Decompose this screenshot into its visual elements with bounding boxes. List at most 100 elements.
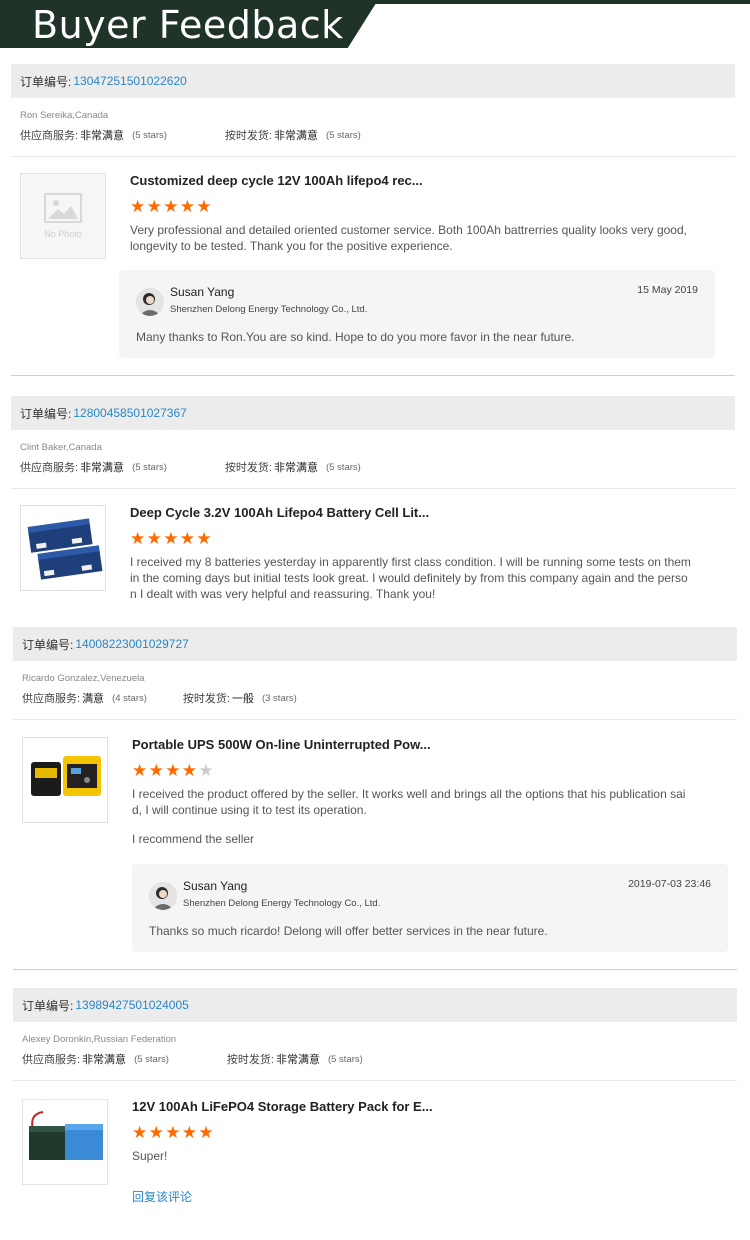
order-number-link[interactable]: 13989427501024005 bbox=[75, 998, 188, 1012]
product-thumbnail[interactable] bbox=[22, 737, 108, 823]
star-filled-icon: ★ bbox=[196, 529, 212, 548]
review-content: Customized deep cycle 12V 100Ah lifepo4 … bbox=[130, 173, 730, 254]
ups-product-image bbox=[23, 738, 107, 822]
star-filled-icon: ★ bbox=[196, 197, 212, 216]
supplier-service-label: 供应商服务: bbox=[20, 462, 79, 474]
review-text: Super! bbox=[132, 1149, 168, 1163]
divider bbox=[13, 719, 737, 720]
star-filled-icon: ★ bbox=[181, 761, 198, 780]
order-number-label: 订单编号: bbox=[20, 406, 72, 421]
product-thumbnail[interactable]: No Photo bbox=[20, 173, 106, 259]
review-text: I received my 8 batteries yesterday in a… bbox=[130, 555, 691, 601]
supplier-service-label: 供应商服务: bbox=[22, 1054, 81, 1066]
ontime-shipping-stars: (5 stars) bbox=[327, 1053, 363, 1065]
rating-stars: ★ ★ ★ ★ ★ bbox=[130, 197, 730, 216]
star-filled-icon: ★ bbox=[165, 761, 181, 780]
product-title-link[interactable]: Portable UPS 500W On-line Uninterrupted … bbox=[132, 737, 732, 753]
ontime-shipping-label: 按时发货: bbox=[182, 693, 230, 705]
supplier-service-label: 供应商服务: bbox=[22, 693, 81, 705]
star-filled-icon: ★ bbox=[132, 761, 148, 780]
review-content: Deep Cycle 3.2V 100Ah Lifepo4 Battery Ce… bbox=[130, 505, 730, 602]
supplier-service-stars: (5 stars) bbox=[134, 1053, 169, 1065]
no-photo-label: No Photo bbox=[44, 229, 82, 239]
avatar bbox=[149, 882, 177, 910]
review-text: I received the product offered by the se… bbox=[132, 787, 686, 817]
reply-company: Shenzhen Delong Energy Technology Co., L… bbox=[183, 898, 381, 909]
service-ratings: 供应商服务: 非常满意 (5 stars) 按时发货: 非常满意 (5 star… bbox=[11, 459, 735, 475]
order-number-bar: 订单编号: 14008223001029727 bbox=[13, 627, 737, 661]
star-filled-icon: ★ bbox=[130, 529, 146, 548]
buyer-name: Ron Sereika,Canada bbox=[20, 110, 109, 121]
order-number-bar: 订单编号: 13047251501022620 bbox=[11, 64, 735, 98]
ontime-shipping-value: 非常满意 bbox=[273, 130, 318, 142]
reply-author: Susan Yang bbox=[170, 285, 235, 299]
rating-stars: ★ ★ ★ ★ ★ bbox=[130, 529, 730, 548]
order-number-link[interactable]: 14008223001029727 bbox=[75, 637, 188, 651]
star-filled-icon: ★ bbox=[165, 1123, 181, 1142]
service-ratings: 供应商服务: 非常满意 (5 stars) 按时发货: 非常满意 (5 star… bbox=[13, 1051, 737, 1067]
ontime-shipping-value: 非常满意 bbox=[273, 462, 318, 474]
product-thumbnail[interactable] bbox=[22, 1099, 108, 1185]
star-filled-icon: ★ bbox=[163, 197, 179, 216]
review-content: 12V 100Ah LiFePO4 Storage Battery Pack f… bbox=[132, 1099, 732, 1205]
star-filled-icon: ★ bbox=[198, 1123, 214, 1142]
rating-stars: ★ ★ ★ ★ ★ bbox=[132, 1123, 732, 1142]
page-banner: Buyer Feedback bbox=[0, 0, 750, 50]
order-number-label: 订单编号: bbox=[20, 74, 72, 89]
supplier-service-value: 非常满意 bbox=[80, 462, 125, 474]
ontime-shipping-value: 非常满意 bbox=[275, 1054, 320, 1066]
reply-author: Susan Yang bbox=[183, 879, 248, 893]
order-header: 订单编号: 13047251501022620 Ron Sereika,Cana… bbox=[11, 64, 735, 157]
page-title: Buyer Feedback bbox=[32, 3, 344, 47]
order-number-label: 订单编号: bbox=[22, 637, 74, 652]
divider bbox=[13, 1080, 737, 1081]
product-thumbnail[interactable] bbox=[20, 505, 106, 591]
ontime-shipping-stars: (3 stars) bbox=[261, 692, 297, 704]
supplier-service-stars: (4 stars) bbox=[112, 692, 147, 704]
supplier-service-stars: (5 stars) bbox=[132, 461, 167, 473]
section-separator bbox=[13, 969, 737, 970]
order-header: 订单编号: 12800458501027367 Clint Baker,Cana… bbox=[11, 396, 735, 489]
star-filled-icon: ★ bbox=[179, 197, 196, 216]
reply-company: Shenzhen Delong Energy Technology Co., L… bbox=[170, 304, 368, 315]
product-title-link[interactable]: Customized deep cycle 12V 100Ah lifepo4 … bbox=[130, 173, 730, 189]
star-filled-icon: ★ bbox=[179, 529, 196, 548]
order-header: 订单编号: 14008223001029727 Ricardo Gonzalez… bbox=[13, 627, 737, 720]
star-filled-icon: ★ bbox=[146, 197, 162, 216]
product-title-link[interactable]: 12V 100Ah LiFePO4 Storage Battery Pack f… bbox=[132, 1099, 732, 1115]
order-number-label: 订单编号: bbox=[22, 998, 74, 1013]
image-placeholder-icon bbox=[44, 193, 82, 223]
star-filled-icon: ★ bbox=[130, 197, 146, 216]
rating-stars: ★ ★ ★ ★ ★ bbox=[132, 761, 732, 780]
reply-comment-link[interactable]: 回复该评论 bbox=[132, 1188, 732, 1205]
ontime-shipping-stars: (5 stars) bbox=[325, 461, 361, 473]
supplier-service-value: 非常满意 bbox=[80, 130, 125, 142]
star-filled-icon: ★ bbox=[148, 761, 164, 780]
order-number-bar: 订单编号: 12800458501027367 bbox=[11, 396, 735, 430]
supplier-service-label: 供应商服务: bbox=[20, 130, 79, 142]
supplier-service-value: 满意 bbox=[82, 693, 105, 705]
buyer-name: Clint Baker,Canada bbox=[20, 442, 102, 453]
reply-date: 2019-07-03 23:46 bbox=[628, 878, 711, 890]
section-separator bbox=[11, 375, 735, 376]
star-filled-icon: ★ bbox=[148, 1123, 164, 1142]
ontime-shipping-stars: (5 stars) bbox=[325, 129, 361, 141]
star-filled-icon: ★ bbox=[132, 1123, 148, 1142]
reply-message: Thanks so much ricardo! Delong will offe… bbox=[149, 924, 548, 938]
buyer-name: Alexey Doronkin,Russian Federation bbox=[22, 1034, 177, 1045]
reply-date: 15 May 2019 bbox=[637, 284, 698, 296]
avatar-icon bbox=[136, 288, 164, 316]
reply-message: Many thanks to Ron.You are so kind. Hope… bbox=[136, 330, 575, 344]
star-filled-icon: ★ bbox=[163, 529, 179, 548]
order-number-link[interactable]: 13047251501022620 bbox=[73, 74, 186, 88]
ontime-shipping-label: 按时发货: bbox=[226, 1054, 274, 1066]
divider bbox=[11, 488, 735, 489]
battery-pack-image bbox=[23, 1100, 107, 1184]
avatar bbox=[136, 288, 164, 316]
seller-reply: Susan Yang Shenzhen Delong Energy Techno… bbox=[119, 270, 715, 358]
service-ratings: 供应商服务: 非常满意 (5 stars) 按时发货: 非常满意 (5 star… bbox=[11, 127, 735, 143]
product-title-link[interactable]: Deep Cycle 3.2V 100Ah Lifepo4 Battery Ce… bbox=[130, 505, 730, 521]
order-number-link[interactable]: 12800458501027367 bbox=[73, 406, 186, 420]
ontime-shipping-label: 按时发货: bbox=[224, 462, 272, 474]
seller-reply: Susan Yang Shenzhen Delong Energy Techno… bbox=[132, 864, 728, 952]
